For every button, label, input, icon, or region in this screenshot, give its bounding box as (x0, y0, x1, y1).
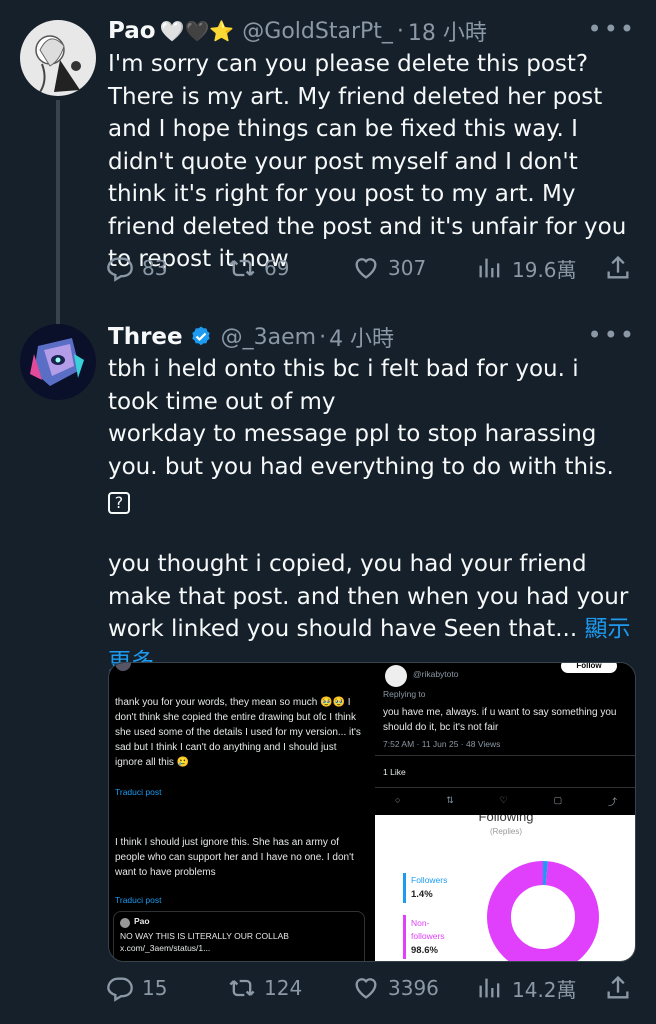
share-button[interactable] (604, 250, 632, 286)
reply-count: 15 (142, 976, 168, 1000)
timestamp[interactable]: 4 小時 (329, 321, 394, 353)
timestamp[interactable]: 18 小時 (408, 15, 487, 47)
author-handle[interactable]: @_3aem (221, 325, 316, 350)
followers-legend-bar (403, 873, 406, 903)
translate-link: Traduci post (115, 895, 162, 905)
tweet-header: Pao 🤍🖤⭐ @GoldStarPt_ · 18 小時 ••• (108, 14, 636, 48)
avatar[interactable] (20, 20, 96, 96)
repost-icon (229, 259, 255, 277)
author-name[interactable]: Three (108, 324, 183, 350)
tweet-header: Three @_3aem · 4 小時 ••• (108, 320, 636, 354)
screenshot-handle: @rikabytoto (413, 669, 459, 679)
action-bar: 15 124 3396 14.2萬 (106, 970, 636, 1006)
separator-dot: · (319, 324, 327, 350)
share-button[interactable] (604, 970, 632, 1006)
screenshot-actions: ○ ⇅ ♡ ▢ ⤴ (395, 795, 617, 807)
donut-chart (487, 861, 599, 961)
repost-button[interactable]: 69 (228, 250, 289, 286)
followers-value: 1.4% (411, 889, 433, 900)
views-button[interactable]: 14.2萬 (476, 970, 577, 1006)
heart-icon (355, 258, 377, 279)
screenshot-text: you have me, always. if u want to say so… (383, 707, 617, 733)
like-count: 3396 (388, 976, 439, 1000)
screenshot-follow-button: Follow (561, 663, 617, 673)
reply-icon (107, 257, 133, 282)
screenshot-replying: Replying to (383, 689, 426, 699)
donut-slice-nonfollowers (487, 861, 599, 961)
nonfollowers-value: 98.6% (411, 945, 438, 956)
media-image-4[interactable]: Following (Replies) Followers 1.4% Non-f… (375, 815, 635, 961)
repost-button[interactable]: 124 (228, 970, 302, 1006)
screenshot-text: thank you for your words, they mean so m… (115, 697, 361, 768)
views-button[interactable]: 19.6萬 (476, 250, 577, 286)
views-chart-icon (479, 978, 500, 998)
thread-line (56, 100, 60, 332)
views-count: 14.2萬 (512, 977, 577, 1002)
media-grid[interactable]: thank you for your words, they mean so m… (108, 662, 636, 962)
media-image-1[interactable]: thank you for your words, they mean so m… (109, 663, 371, 811)
tweet-text-paragraph: you thought i copied, you had your frien… (108, 551, 636, 642)
reply-button[interactable]: 15 (106, 970, 167, 1006)
tweet-text: tbh i held onto this bc i felt bad for y… (108, 353, 634, 678)
heart-icon (355, 978, 377, 999)
share-icon (607, 255, 629, 279)
author-handle[interactable]: @GoldStarPt_ (242, 19, 393, 44)
repost-count: 69 (264, 256, 290, 280)
author-name[interactable]: Pao (108, 18, 156, 44)
verified-badge-icon (191, 326, 210, 346)
repost-icon (229, 979, 255, 997)
followers-label: Followers (411, 875, 448, 885)
more-options-icon[interactable]: ••• (588, 14, 636, 44)
share-icon (607, 975, 629, 999)
nonfollowers-legend-bar (403, 915, 406, 959)
unknown-glyph-icon: ? (108, 492, 130, 514)
translate-link: Traduci post (115, 787, 162, 797)
nonfollowers-label: Non-followers (411, 918, 445, 941)
tweet-text-line: workday to message ppl to stop harassing… (108, 421, 614, 480)
reply-count: 83 (142, 256, 168, 280)
separator-dot: · (396, 18, 404, 44)
like-button[interactable]: 307 (352, 250, 426, 286)
tweet[interactable]: Three @_3aem · 4 小時 ••• tbh i held onto … (0, 308, 656, 1024)
quoted-tweet: Pao NO WAY THIS IS LITERALLY OUR COLLAB … (113, 911, 365, 961)
avatar[interactable] (20, 324, 96, 400)
views-count: 19.6萬 (512, 257, 577, 282)
chart-title: Following (478, 815, 534, 824)
name-emojis: 🤍🖤⭐ (159, 19, 235, 43)
like-button[interactable]: 3396 (352, 970, 439, 1006)
reply-button[interactable]: 83 (106, 250, 167, 286)
tweet-text: I'm sorry can you please delete this pos… (108, 51, 634, 272)
quoted-name: Pao (134, 916, 150, 926)
tweet[interactable]: Pao 🤍🖤⭐ @GoldStarPt_ · 18 小時 ••• I'm sor… (0, 0, 656, 332)
more-options-icon[interactable]: ••• (588, 320, 636, 350)
media-image-3[interactable]: I think I should just ignore this. She h… (109, 815, 371, 961)
screenshot-text: I think I should just ignore this. She h… (115, 837, 354, 878)
quoted-text: NO WAY THIS IS LITERALLY OUR COLLAB x.co… (120, 931, 289, 953)
action-bar: 83 69 307 19.6萬 (106, 250, 636, 286)
chart-subtitle: (Replies) (489, 827, 522, 836)
screenshot-likes: 1 Like (383, 767, 406, 777)
media-image-2[interactable]: @rikabytoto Follow Replying to you have … (375, 663, 635, 811)
tweet-text-line: tbh i held onto this bc i felt bad for y… (108, 356, 586, 415)
screenshot-meta: 7:52 AM · 11 Jun 25 · 48 Views (383, 739, 501, 749)
repost-count: 124 (264, 976, 303, 1000)
reply-icon (107, 977, 133, 1002)
like-count: 307 (388, 256, 427, 280)
views-chart-icon (479, 258, 500, 278)
